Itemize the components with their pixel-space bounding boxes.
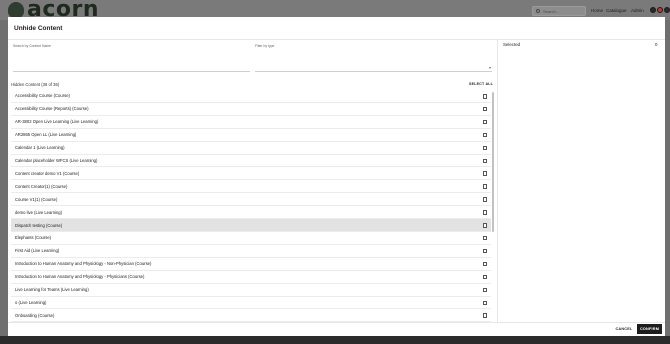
selected-count: 0 [655, 42, 658, 47]
list-item-label: Introduction to Human Anatomy and Physio… [15, 274, 145, 280]
list-item-label: Content creator demo V1 (Course) [15, 170, 80, 176]
list-item[interactable]: Introduction to Human Anatomy and Physio… [11, 271, 491, 284]
alert-badge-icon[interactable] [657, 7, 663, 13]
list-item[interactable]: First Aid (Live Learning) [11, 245, 491, 258]
checkbox-icon[interactable] [482, 197, 487, 202]
list-item-label: demo live (Live Learning) [15, 209, 63, 215]
checkbox-icon[interactable] [482, 300, 487, 305]
list-item[interactable]: o (Live Learning) [11, 297, 491, 310]
checkbox-icon[interactable] [482, 119, 487, 125]
hidden-content-count: Hidden Content (36 of 36) [11, 82, 60, 87]
checkbox-icon[interactable] [482, 235, 487, 241]
list-item-label: Content Creator(1) (Course) [15, 183, 68, 189]
notification-icon[interactable] [650, 7, 656, 13]
list-item-label: o (Live Learning) [15, 299, 47, 305]
select-all-button[interactable]: SELECT ALL [469, 82, 493, 86]
list-item[interactable]: Calendar placeholder WFCS (Live Learning… [11, 155, 491, 168]
checkbox-icon[interactable] [482, 274, 487, 280]
search-content-input[interactable] [13, 71, 250, 72]
list-item-label: Introduction to Human Anatomy and Physio… [15, 261, 152, 267]
list-item[interactable]: Dispatch testing (Course) [11, 219, 491, 232]
list-item[interactable]: Onboarding (Course) [11, 309, 491, 322]
list-item[interactable]: Content Creator(1) (Course) [11, 180, 491, 194]
checkbox-icon[interactable] [482, 158, 487, 164]
list-item-label: Onboarding (Course) [15, 312, 55, 318]
cancel-button[interactable]: CANCEL [609, 324, 639, 334]
app-footer [0, 336, 670, 344]
checkbox-icon[interactable] [482, 171, 487, 176]
hidden-content-list: Accessibility Course (Course) Accessibili… [11, 90, 491, 322]
header-search-input[interactable]: Search... [532, 6, 586, 16]
list-item-label: Accessibility Course (Reports) (Course) [15, 106, 89, 112]
checkbox-icon[interactable] [482, 287, 487, 293]
list-item[interactable]: Accessibility Course (Course) [11, 90, 491, 103]
chevron-down-icon[interactable]: ▾ [489, 65, 491, 70]
search-icon [536, 9, 540, 13]
list-item[interactable]: Accessibility Course (Reports) (Course) [11, 103, 491, 116]
header-search-placeholder: Search... [543, 8, 560, 14]
list-item-label: Live Learning for Teams (Live Learning) [15, 287, 89, 293]
nav-home-link[interactable]: Home [591, 8, 603, 13]
list-item[interactable]: AR-3802 Open Live Learning (Live Learnin… [11, 116, 491, 129]
checkbox-icon[interactable] [482, 223, 487, 228]
list-item-label: AR2865 Open LL (Live Learning) [15, 132, 77, 138]
list-scrollbar[interactable] [492, 92, 494, 232]
list-item-label: Calendar placeholder WFCS (Live Learning… [15, 157, 98, 163]
checkbox-icon[interactable] [482, 313, 487, 318]
avatar-icon[interactable] [664, 7, 670, 13]
checkbox-icon[interactable] [482, 210, 487, 215]
search-content-label: Search by Content Name [13, 44, 52, 48]
list-item[interactable]: Live Learning for Teams (Live Learning) [11, 284, 491, 297]
list-item[interactable]: Calendar 1 (Live Learning) [11, 142, 491, 155]
unhide-content-modal: Unhide Content Search by Content Name Fi… [8, 17, 665, 336]
nav-admin-link[interactable]: Admin [631, 8, 644, 13]
list-item[interactable]: Introduction to Human Anatomy and Physio… [11, 258, 491, 271]
list-item-label: Course V1(1) (Course) [15, 196, 58, 202]
checkbox-icon[interactable] [482, 94, 487, 99]
checkbox-icon[interactable] [482, 132, 487, 138]
checkbox-icon[interactable] [482, 106, 487, 112]
confirm-button[interactable]: CONFIRM [637, 324, 662, 334]
checkbox-icon[interactable] [482, 261, 487, 267]
acorn-logo-icon [8, 2, 24, 18]
list-item-label: Accessibility Course (Course) [15, 93, 70, 99]
list-item[interactable]: Elephants (Course) [11, 232, 491, 245]
list-item-label: Elephants (Course) [15, 235, 52, 241]
list-item-label: Calendar 1 (Live Learning) [15, 145, 65, 151]
checkbox-icon[interactable] [482, 145, 487, 151]
header-user-icons [650, 7, 670, 13]
list-item-label: First Aid (Live Learning) [15, 248, 60, 254]
selected-title: Selected [503, 42, 521, 47]
list-item-label: Dispatch testing (Course) [15, 222, 63, 228]
list-item[interactable]: Course V1(1) (Course) [11, 193, 491, 207]
modal-footer-divider [8, 322, 665, 323]
list-item-label: AR-3802 Open Live Learning (Live Learnin… [15, 119, 99, 125]
list-item[interactable]: AR2865 Open LL (Live Learning) [11, 129, 491, 142]
modal-title: Unhide Content [14, 25, 63, 32]
checkbox-icon[interactable] [482, 248, 487, 254]
hidden-content-panel: Search by Content Name Filter by type ▾ … [8, 40, 497, 322]
list-item[interactable]: Content creator demo V1 (Course) [11, 167, 491, 181]
list-item[interactable]: demo live (Live Learning) [11, 206, 491, 220]
checkbox-icon[interactable] [482, 184, 487, 189]
nav-catalogue-link[interactable]: Catalogue [606, 8, 627, 13]
panel-divider [497, 40, 498, 322]
filter-type-label: Filter by type [255, 44, 275, 48]
filter-type-select[interactable] [255, 71, 492, 72]
